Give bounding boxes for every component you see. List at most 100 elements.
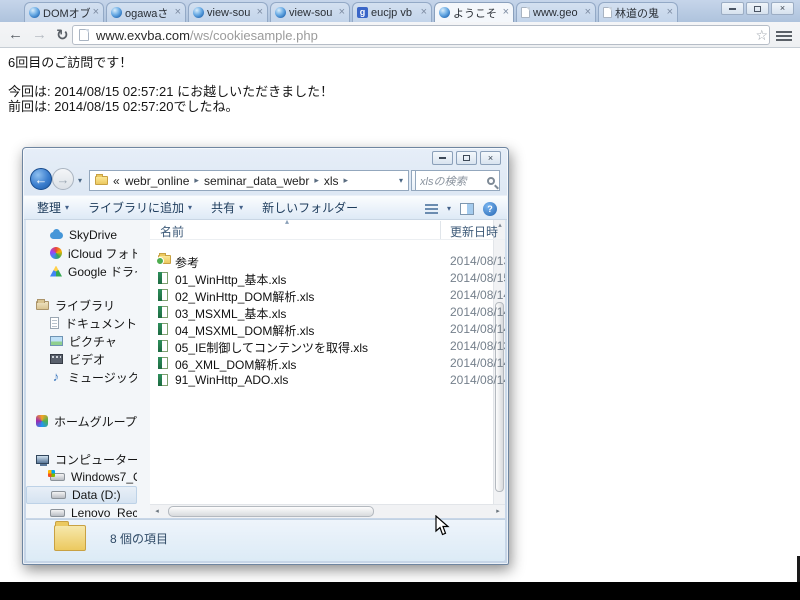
browser-tab[interactable]: www.geo× — [516, 2, 596, 22]
bookmark-star-icon[interactable]: ☆ — [755, 28, 768, 42]
command-label: 新しいフォルダー — [262, 199, 358, 216]
tab-close-icon[interactable]: × — [421, 7, 427, 18]
forward-icon[interactable]: → — [32, 26, 47, 43]
command-menu[interactable]: 整理▾ — [37, 199, 69, 216]
breadcrumb-separator-icon[interactable]: ▸ — [344, 175, 349, 186]
browser-tab[interactable]: view-sou× — [188, 2, 268, 22]
tab-close-icon[interactable]: × — [175, 7, 181, 18]
excel-file-icon — [158, 272, 168, 284]
horizontal-scrollbar[interactable]: ◂ ▸ — [150, 504, 505, 518]
browser-tab[interactable]: 林道の鬼× — [598, 2, 678, 22]
tab-close-icon[interactable]: × — [585, 7, 591, 18]
tab-close-icon[interactable]: × — [503, 7, 509, 18]
sidebar-item[interactable]: コンピューター — [26, 450, 137, 468]
file-row[interactable]: 06_XML_DOM解析.xls2014/08/14 — [150, 355, 505, 372]
tab-close-icon[interactable]: × — [339, 7, 345, 18]
sidebar-item[interactable]: ホームグループ — [26, 412, 137, 430]
sidebar-group: SkyDriveiCloud フォトGoogle ドライブ — [26, 226, 150, 280]
change-view-icon[interactable] — [425, 204, 438, 214]
breadcrumb-segment[interactable]: seminar_data_webr — [204, 174, 309, 188]
browser-tab[interactable]: view-sou× — [270, 2, 350, 22]
file-date-modified: 2014/08/14 — [450, 288, 505, 302]
sidebar-item-label: iCloud フォト — [68, 245, 137, 262]
browser-menu-icon[interactable] — [776, 31, 792, 41]
dropdown-caret-icon: ▾ — [188, 203, 192, 212]
tab-close-icon[interactable]: × — [93, 7, 99, 18]
sidebar-item[interactable]: iCloud フォト — [26, 244, 137, 262]
file-row[interactable]: 91_WinHttp_ADO.xls2014/08/14 — [150, 372, 505, 389]
file-row[interactable]: 参考2014/08/13 — [150, 253, 505, 270]
close-button[interactable]: × — [771, 2, 794, 15]
sidebar-item[interactable]: Google ドライブ — [26, 262, 137, 280]
scroll-right-icon[interactable]: ▸ — [491, 505, 505, 518]
breadcrumb-separator-icon[interactable]: ▸ — [314, 175, 319, 186]
explorer-close-button[interactable]: × — [480, 151, 501, 165]
address-dropdown-icon[interactable]: ▾ — [399, 176, 403, 185]
file-date-modified: 2014/08/14 — [450, 373, 505, 387]
tab-close-icon[interactable]: × — [257, 7, 263, 18]
command-button[interactable]: 新しいフォルダー — [262, 199, 358, 216]
sidebar-item-label: Windows7_OS (C:) — [71, 470, 137, 484]
scrollbar-thumb[interactable] — [168, 506, 374, 517]
tab-label: DOMオブ — [43, 5, 90, 21]
command-menu[interactable]: 共有▾ — [211, 199, 243, 216]
file-row[interactable]: 05_IE制御してコンテンツを取得.xls2014/08/13 — [150, 338, 505, 355]
recent-pages-dropdown-icon[interactable]: ▾ — [78, 176, 82, 185]
browser-tab[interactable]: geucjp vb× — [352, 2, 432, 22]
sidebar-item[interactable]: ミュージック — [26, 368, 137, 386]
search-box[interactable]: xlsの検索 — [415, 170, 500, 191]
help-icon[interactable]: ? — [483, 202, 497, 216]
minimize-button[interactable] — [721, 2, 744, 15]
browser-tab[interactable]: ようこそ× — [434, 2, 514, 22]
sidebar-item[interactable]: ドキュメント — [26, 314, 137, 332]
file-row[interactable]: 03_MSXML_基本.xls2014/08/14 — [150, 304, 505, 321]
forward-icon: → — [57, 172, 70, 187]
sidebar-item[interactable]: ピクチャ — [26, 332, 137, 350]
close-icon: × — [780, 4, 785, 13]
explorer-forward-button[interactable]: → — [52, 168, 74, 190]
preview-pane-icon[interactable] — [460, 203, 474, 215]
explorer-back-button[interactable]: ← — [30, 168, 52, 190]
file-row[interactable]: 02_WinHttp_DOM解析.xls 2014/08/14 — [150, 287, 505, 304]
file-row[interactable]: 01_WinHttp_基本.xls2014/08/15 — [150, 270, 505, 287]
change-view-dropdown-icon[interactable]: ▾ — [447, 204, 451, 213]
back-icon[interactable]: ← — [8, 26, 23, 43]
file-row[interactable]: 04_MSXML_DOM解析.xls2014/08/14 — [150, 321, 505, 338]
restore-button[interactable] — [746, 2, 769, 15]
site-favicon — [193, 7, 204, 18]
browser-tab[interactable]: DOMオブ× — [24, 2, 104, 22]
breadcrumb[interactable]: « webr_online ▸ seminar_data_webr ▸ xls ▸ ▾ — [89, 170, 409, 191]
sidebar-item[interactable]: ビデオ — [26, 350, 137, 368]
explorer-maximize-button[interactable] — [456, 151, 477, 165]
sidebar-item[interactable]: Lenovo_Recovery — [26, 504, 137, 518]
browser-toolbar: ← → ↻ www.exvba.com/ws/cookiesample.php … — [0, 22, 800, 48]
explorer-minimize-button[interactable] — [432, 151, 453, 165]
reload-icon[interactable]: ↻ — [56, 26, 69, 44]
excel-file-icon — [158, 306, 168, 318]
sidebar-item[interactable]: ライブラリ — [26, 296, 137, 314]
explorer-body: SkyDriveiCloud フォトGoogle ドライブライブラリドキュメント… — [26, 220, 505, 518]
column-separator[interactable] — [440, 221, 441, 239]
column-header-name[interactable]: 名前 — [160, 223, 184, 240]
command-bar-right-icons: ▾ ? — [425, 196, 497, 221]
browser-tab[interactable]: ogawaさ× — [106, 2, 186, 22]
breadcrumb-segment[interactable]: xls — [324, 174, 339, 188]
search-icon — [487, 177, 495, 185]
sidebar-item[interactable]: SkyDrive — [26, 226, 137, 244]
scroll-left-icon[interactable]: ◂ — [150, 505, 164, 518]
sidebar-item[interactable]: Windows7_OS (C:) — [26, 468, 137, 486]
column-header-date-modified[interactable]: 更新日時 — [450, 223, 498, 240]
tab-label: www.geo — [533, 7, 582, 19]
breadcrumb-segment[interactable]: webr_online — [125, 174, 190, 188]
minimize-icon — [439, 157, 446, 159]
file-name: 02_WinHttp_DOM解析.xls — [175, 288, 314, 305]
address-bar[interactable]: www.exvba.com/ws/cookiesample.php — [72, 25, 770, 45]
sidebar-item-label: ビデオ — [69, 351, 105, 368]
breadcrumb-overflow-chevron[interactable]: « — [113, 174, 120, 188]
tab-close-icon[interactable]: × — [667, 7, 673, 18]
minimize-icon — [729, 8, 736, 10]
command-menu[interactable]: ライブラリに追加▾ — [88, 199, 192, 216]
breadcrumb-separator-icon[interactable]: ▸ — [194, 175, 199, 186]
libraries-icon — [36, 301, 49, 310]
sidebar-item[interactable]: Data (D:) — [26, 486, 137, 504]
